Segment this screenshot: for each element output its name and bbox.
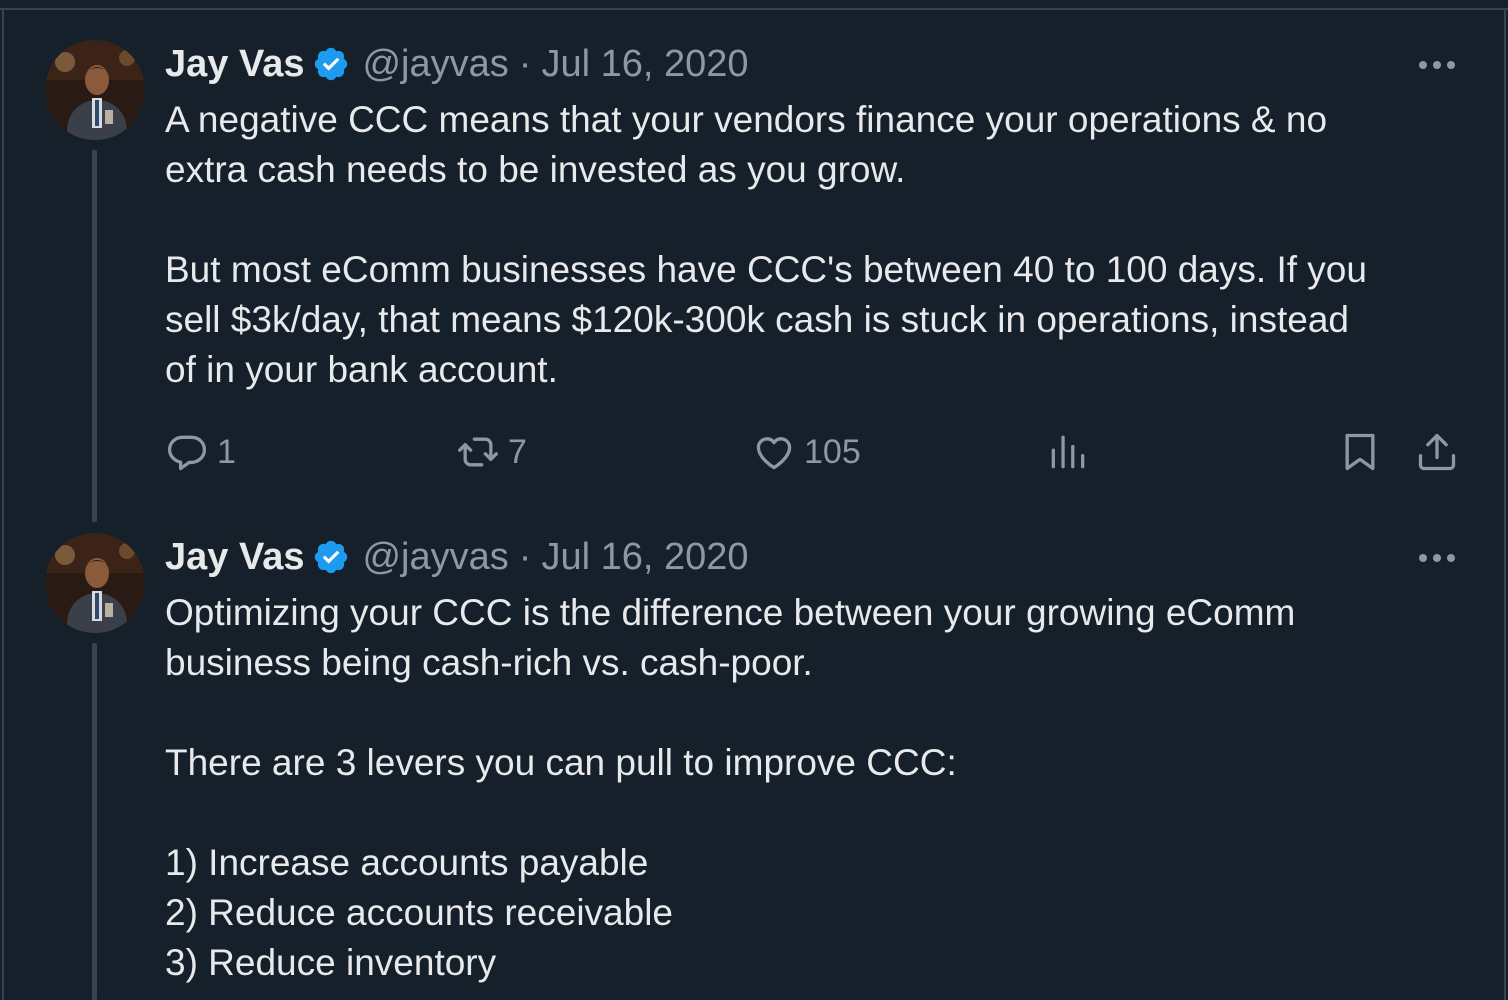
tweet-date[interactable]: Jul 16, 2020 [541,43,748,86]
like-icon [756,437,792,470]
tweet-header: Jay Vas @jayvas · Jul 16, 2020 [165,532,749,582]
separator-dot: · [518,535,532,578]
left-divider [2,8,4,1000]
retweet-count: 7 [508,432,527,471]
text-line: But most eComm businesses have CCC's bet… [165,249,1367,290]
author-name[interactable]: Jay Vas [165,43,304,86]
tweet-header: Jay Vas @jayvas · Jul 16, 2020 [165,39,749,89]
text-line: business being cash-rich vs. cash-poor. [165,642,813,683]
avatar[interactable] [45,40,145,140]
like-count: 105 [804,432,861,471]
verified-badge-icon [312,538,350,576]
thread-connector [92,643,97,1000]
author-handle[interactable]: @jayvas [362,43,508,86]
share-button[interactable] [1415,427,1459,477]
reply-icon [167,435,207,471]
right-divider [1504,8,1506,1000]
text-line: extra cash needs to be invested as you g… [165,149,906,190]
reply-button[interactable]: 1 [165,427,236,477]
timeline: Jay Vas @jayvas · Jul 16, 2020 A negativ… [0,0,1508,1000]
views-button[interactable] [1046,427,1090,477]
share-icon [1418,433,1456,471]
separator-dot: · [518,42,532,85]
more-icon[interactable] [1414,548,1460,568]
text-line: Optimizing your CCC is the difference be… [165,592,1296,633]
retweet-button[interactable]: 7 [456,427,527,477]
action-bar: 1 7 105 [0,427,1508,477]
text-line: of in your bank account. [165,349,558,390]
bookmark-icon [1345,433,1375,471]
text-line: sell $3k/day, that means $120k-300k cash… [165,299,1349,340]
bookmark-button[interactable] [1338,427,1382,477]
author-name[interactable]: Jay Vas [165,536,304,579]
avatar[interactable] [45,533,145,633]
top-divider [0,8,1508,10]
text-line: There are 3 levers you can pull to impro… [165,742,957,783]
list-item: 3) Reduce inventory [165,942,497,983]
views-icon [1051,435,1085,469]
tweet-date[interactable]: Jul 16, 2020 [541,536,748,579]
more-icon[interactable] [1414,55,1460,75]
tweet-text: A negative CCC means that your vendors f… [165,95,1465,395]
text-line: A negative CCC means that your vendors f… [165,99,1328,140]
tweet-text: Optimizing your CCC is the difference be… [165,588,1465,988]
retweet-icon [458,437,498,467]
list-item: 2) Reduce accounts receivable [165,892,674,933]
author-handle[interactable]: @jayvas [362,536,508,579]
reply-count: 1 [217,432,236,471]
verified-badge-icon [312,45,350,83]
like-button[interactable]: 105 [752,427,861,477]
list-item: 1) Increase accounts payable [165,842,649,883]
